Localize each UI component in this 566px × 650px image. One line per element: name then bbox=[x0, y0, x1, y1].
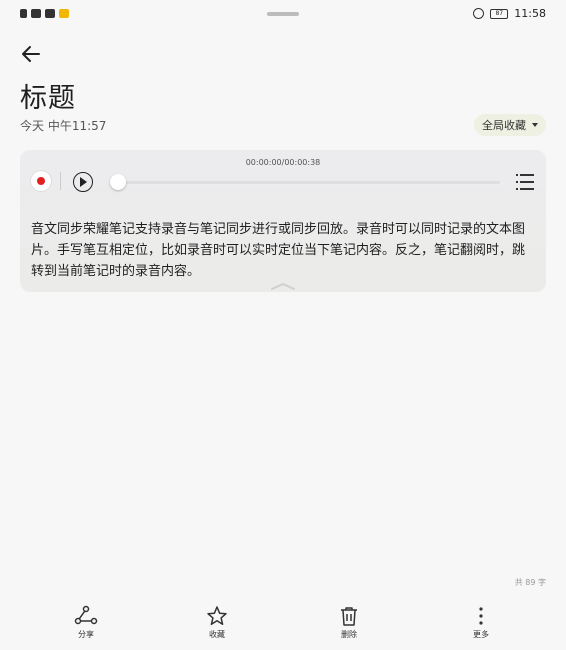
status-bar: 87 11:58 bbox=[0, 0, 566, 30]
caret-down-icon bbox=[532, 123, 538, 127]
play-button[interactable] bbox=[73, 172, 93, 192]
share-button[interactable]: 分享 bbox=[56, 605, 116, 640]
wifi-icon bbox=[31, 9, 41, 18]
record-button[interactable] bbox=[31, 171, 51, 191]
share-label: 分享 bbox=[78, 630, 94, 639]
record-dot-icon bbox=[37, 177, 45, 185]
back-arrow-icon bbox=[22, 46, 40, 62]
note-date: 今天 中午11:57 bbox=[20, 119, 107, 133]
playback-time: 00:00:00/00:00:38 bbox=[245, 158, 321, 167]
share-icon bbox=[74, 605, 98, 625]
player-divider bbox=[60, 172, 61, 190]
recording-list-button[interactable] bbox=[516, 174, 534, 190]
status-icons-left bbox=[20, 9, 69, 18]
favorite-button[interactable]: 收藏 bbox=[187, 605, 247, 640]
progress-slider-thumb[interactable] bbox=[110, 174, 126, 190]
trash-icon bbox=[341, 607, 357, 626]
favorite-label: 收藏 bbox=[209, 630, 225, 639]
mute-icon bbox=[473, 8, 485, 19]
play-icon bbox=[80, 177, 87, 187]
playback-progress-bar[interactable] bbox=[118, 181, 500, 184]
audio-note-card: 00:00:00/00:00:38 音文同步荣耀笔记支持录音与笔记同步进行或同步… bbox=[20, 150, 546, 292]
collapse-handle[interactable] bbox=[270, 276, 296, 290]
more-button[interactable]: 更多 bbox=[451, 605, 511, 640]
battery-icon: 87 bbox=[490, 8, 509, 19]
chevron-up-icon bbox=[271, 283, 295, 290]
notch-indicator bbox=[267, 12, 299, 16]
note-app-icon bbox=[59, 9, 69, 18]
note-title[interactable]: 标题 bbox=[20, 76, 76, 115]
status-time: 11:58 bbox=[514, 7, 546, 20]
status-icons-right: 87 11:58 bbox=[473, 7, 546, 20]
delete-label: 删除 bbox=[341, 630, 357, 639]
more-vertical-icon bbox=[479, 607, 483, 625]
back-button[interactable] bbox=[18, 40, 46, 68]
category-label: 全局收藏 bbox=[482, 119, 526, 132]
word-count: 共 89 字 bbox=[514, 578, 546, 587]
star-icon bbox=[207, 606, 227, 626]
delete-button[interactable]: 删除 bbox=[319, 605, 379, 640]
video-icon bbox=[45, 9, 55, 18]
more-label: 更多 bbox=[473, 630, 489, 639]
sim-icon bbox=[20, 9, 27, 18]
bottom-toolbar: 分享 收藏 删除 更多 bbox=[0, 605, 566, 650]
category-dropdown[interactable]: 全局收藏 bbox=[474, 114, 546, 136]
note-body-text[interactable]: 音文同步荣耀笔记支持录音与笔记同步进行或同步回放。录音时可以同时记录的文本图片。… bbox=[31, 219, 537, 282]
